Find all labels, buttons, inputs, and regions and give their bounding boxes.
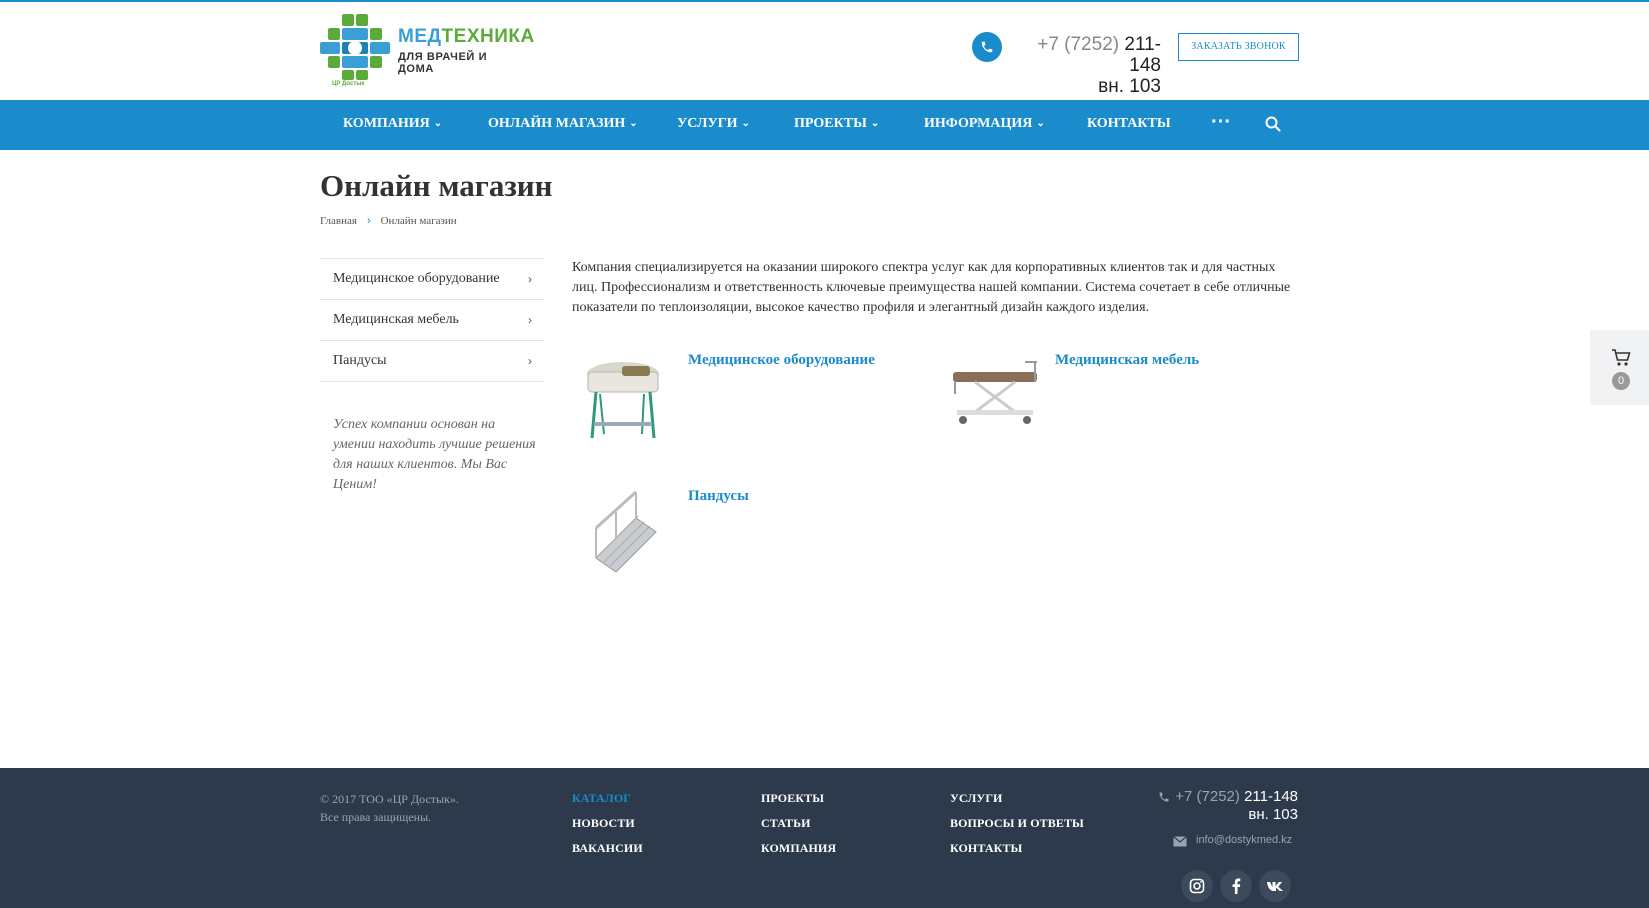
chevron-right-icon: › [366, 215, 371, 227]
sidebar-quote: Успех компании основан на умении находит… [333, 417, 536, 492]
phone-icon [972, 32, 1002, 62]
sidebar-item-medical-furniture[interactable]: Медицинская мебель › [320, 300, 544, 341]
logo-subtitle: ЦР Достык [332, 81, 365, 87]
sidebar-item-medical-equipment[interactable]: Медицинское оборудование › [320, 259, 544, 300]
footer-link-contacts[interactable]: КОНТАКТЫ [950, 841, 1022, 856]
instagram-icon[interactable] [1181, 870, 1213, 902]
ramp-image[interactable] [578, 488, 678, 578]
chevron-down-icon: ⌄ [629, 118, 638, 129]
phone-ext: вн. 103 [1098, 76, 1161, 97]
footer-phone[interactable]: +7 (7252) 211-148 вн. 103 [1160, 788, 1298, 824]
mail-icon [1173, 836, 1187, 847]
callback-button[interactable]: ЗАКАЗАТЬ ЗВОНОК [1178, 33, 1299, 61]
footer-email[interactable]: info@dostykmed.kz [1196, 834, 1292, 846]
header-phone[interactable]: +7 (7252) 211-148 вн. 103 [1006, 34, 1161, 97]
footer-link-news[interactable]: НОВОСТИ [572, 816, 635, 831]
nav-item-company[interactable]: КОМПАНИЯ ⌄ [343, 100, 442, 150]
cart-widget[interactable]: 0 [1590, 330, 1649, 405]
medical-equipment-image[interactable] [578, 352, 678, 442]
footer-link-vacancies[interactable]: ВАКАНСИИ [572, 841, 643, 856]
chevron-down-icon: ⌄ [433, 118, 443, 129]
footer-link-projects[interactable]: ПРОЕКТЫ [761, 791, 824, 806]
chevron-right-icon: › [528, 354, 532, 368]
nav-item-contacts[interactable]: КОНТАКТЫ [1087, 100, 1171, 150]
footer-link-articles[interactable]: СТАТЬИ [761, 816, 811, 831]
main-nav: КОМПАНИЯ ⌄ ОНЛАЙН МАГАЗИН ⌄ УСЛУГИ ⌄ ПРОЕКТ… [0, 100, 1649, 150]
chevron-down-icon: ⌄ [1036, 118, 1045, 129]
nav-item-services[interactable]: УСЛУГИ ⌄ [677, 100, 750, 150]
nav-item-online-shop[interactable]: ОНЛАЙН МАГАЗИН ⌄ [488, 100, 638, 150]
nav-more-button[interactable]: ··· [1211, 100, 1231, 150]
page-title: Онлайн магазин [320, 168, 553, 203]
phone-code: +7 (7252) [1037, 34, 1120, 55]
chevron-down-icon: ⌄ [870, 118, 880, 129]
chevron-right-icon: › [528, 313, 532, 327]
logo-tagline: ДЛЯ ВРАЧЕЙ И ДОМА [398, 51, 488, 75]
breadcrumb-home[interactable]: Главная [320, 215, 357, 227]
sidebar-menu: Медицинское оборудование › Медицинская ме… [320, 258, 544, 382]
breadcrumb: Главная › Онлайн магазин [320, 215, 457, 227]
footer-link-services[interactable]: УСЛУГИ [950, 791, 1003, 806]
cart-count-badge: 0 [1612, 372, 1630, 390]
logo[interactable]: МЕДТЕХНИКА ДЛЯ ВРАЧЕЙ И ДОМА ЦР Достык [320, 14, 534, 92]
category-title-ramps[interactable]: Пандусы [688, 488, 749, 505]
medical-furniture-image[interactable] [945, 352, 1045, 442]
vk-icon[interactable] [1259, 870, 1291, 902]
chevron-right-icon: › [528, 272, 532, 286]
header: МЕДТЕХНИКА ДЛЯ ВРАЧЕЙ И ДОМА ЦР Достык +… [0, 2, 1649, 100]
sidebar-item-ramps[interactable]: Пандусы › [320, 341, 544, 382]
logo-title: МЕДТЕХНИКА [398, 26, 535, 47]
footer-link-company[interactable]: КОМПАНИЯ [761, 841, 836, 856]
intro-text: Компания специализируется на оказании ши… [572, 260, 1291, 315]
chevron-down-icon: ⌄ [741, 118, 750, 129]
phone-number: 211-148 [1124, 34, 1161, 76]
facebook-icon[interactable] [1220, 870, 1252, 902]
nav-item-projects[interactable]: ПРОЕКТЫ ⌄ [794, 100, 879, 150]
footer: © 2017 ТОО «ЦР Достык». Все права защище… [0, 768, 1649, 908]
footer-link-catalog[interactable]: КАТАЛОГ [572, 791, 631, 806]
cart-icon [1612, 349, 1631, 366]
category-title-medical-equipment[interactable]: Медицинское оборудование [688, 352, 875, 369]
footer-copyright: © 2017 ТОО «ЦР Достык». Все права защище… [320, 792, 459, 824]
breadcrumb-current: Онлайн магазин [380, 215, 457, 227]
nav-item-information[interactable]: ИНФОРМАЦИЯ ⌄ [924, 100, 1045, 150]
footer-link-faq[interactable]: ВОПРОСЫ И ОТВЕТЫ [950, 816, 1084, 831]
category-title-medical-furniture[interactable]: Медицинская мебель [1055, 352, 1199, 369]
search-icon[interactable] [1265, 116, 1283, 134]
